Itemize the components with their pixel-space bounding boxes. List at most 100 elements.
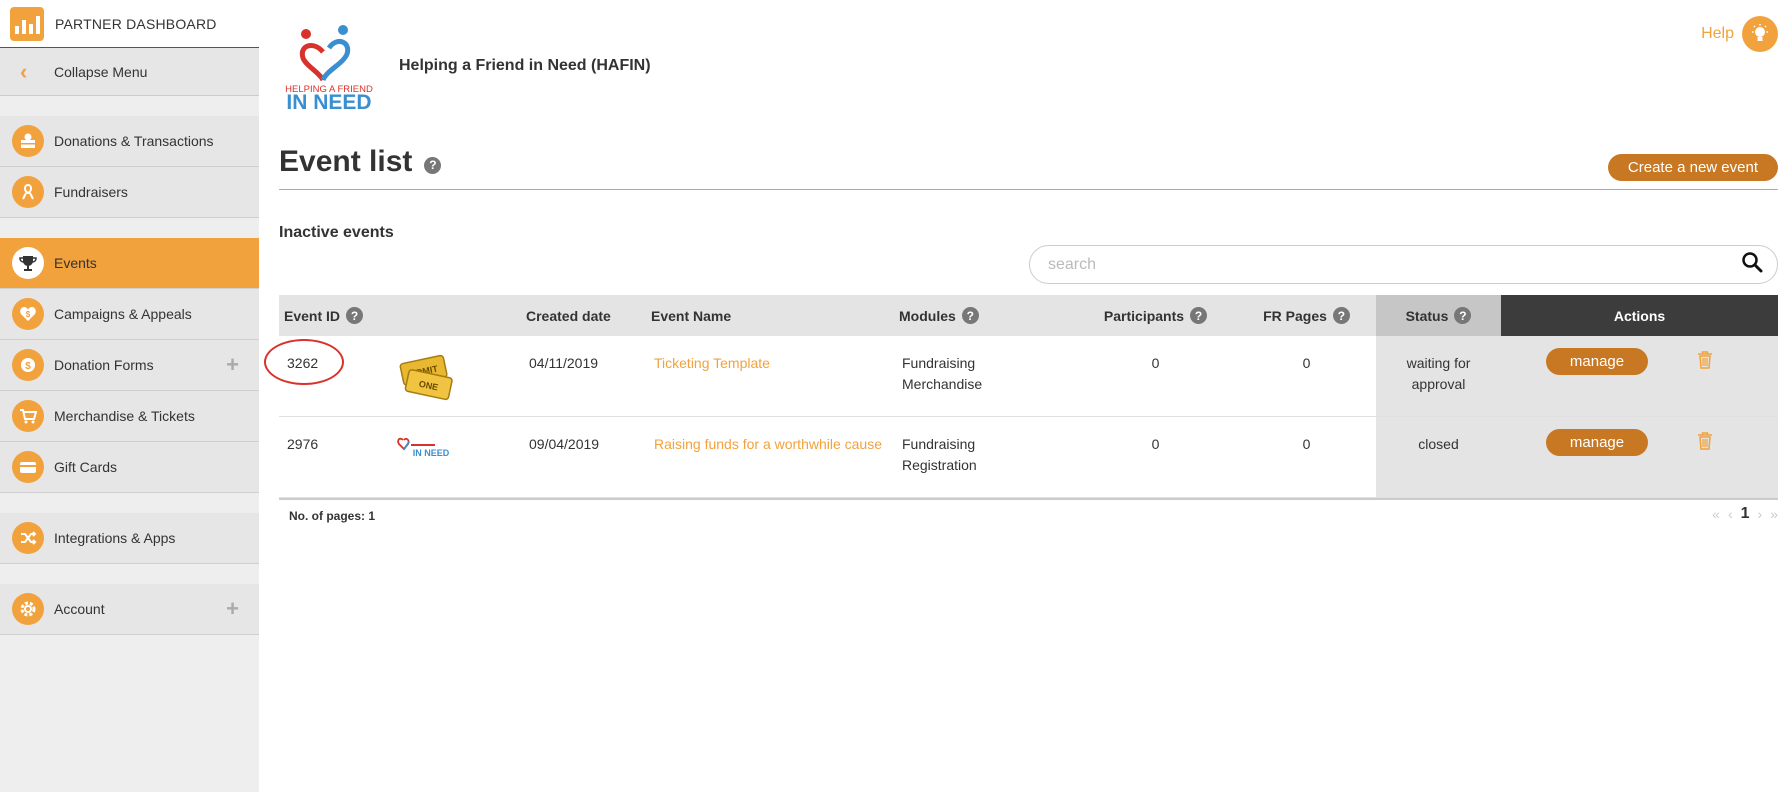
collapse-menu-button[interactable]: ‹ Collapse Menu <box>0 48 259 96</box>
col-image <box>389 295 521 336</box>
page-title-text: Event list <box>279 145 413 178</box>
header-label: Actions <box>1613 307 1666 324</box>
red-circle-annotation <box>264 339 344 385</box>
trash-icon[interactable] <box>1697 431 1713 456</box>
table-header: Event ID? Created date Event Name Module… <box>279 295 1778 336</box>
header-label: FR Pages <box>1263 307 1327 324</box>
expand-plus-icon[interactable]: + <box>226 596 239 622</box>
sidebar-item-label: Gift Cards <box>54 459 118 475</box>
header-label: Event ID <box>284 307 341 324</box>
event-name-link[interactable]: Ticketing Template <box>654 355 770 371</box>
sidebar-item-fundraisers[interactable]: Fundraisers <box>0 167 259 218</box>
expand-plus-icon[interactable]: + <box>226 352 239 378</box>
status-text: approval <box>1411 376 1466 392</box>
svg-text:$: $ <box>25 361 31 372</box>
search-box <box>1029 245 1778 284</box>
search-input[interactable] <box>1048 255 1741 274</box>
manage-button[interactable]: manage <box>1546 429 1648 456</box>
lightbulb-icon <box>1742 16 1778 52</box>
sidebar-item-donation-forms[interactable]: $ Donation Forms + <box>0 340 259 391</box>
partner-dashboard-link[interactable]: PARTNER DASHBOARD <box>0 0 259 48</box>
svg-text:$: $ <box>26 310 31 319</box>
col-status[interactable]: Status? <box>1376 295 1501 336</box>
event-image[interactable]: IN NEED <box>389 417 521 497</box>
table-bottom-rule <box>279 498 1778 500</box>
sidebar-item-integrations[interactable]: Integrations & Apps <box>0 513 259 564</box>
search-icon[interactable] <box>1741 251 1763 278</box>
sidebar-item-gift-cards[interactable]: Gift Cards <box>0 442 259 493</box>
question-icon[interactable]: ? <box>346 307 364 324</box>
col-participants[interactable]: Participants? <box>1074 295 1237 336</box>
event-name-link[interactable]: Raising funds for a worthwhile cause <box>654 436 882 452</box>
trash-icon[interactable] <box>1697 350 1713 375</box>
collapse-menu-label: Collapse Menu <box>54 63 148 80</box>
shuffle-icon <box>12 522 44 554</box>
create-new-event-button[interactable]: Create a new event <box>1607 154 1778 181</box>
pagination: « ‹ 1 › » <box>1712 505 1778 523</box>
sidebar-item-merchandise[interactable]: Merchandise & Tickets <box>0 391 259 442</box>
header-label: Created date <box>526 307 611 324</box>
modules-cell: Fundraising Merchandise <box>894 336 1074 416</box>
header-label: Event Name <box>651 307 732 324</box>
participants-count: 0 <box>1151 355 1160 371</box>
donation-box-icon <box>12 125 44 157</box>
question-icon[interactable]: ? <box>961 307 979 324</box>
sidebar-item-events[interactable]: Events <box>0 238 259 289</box>
help-button[interactable]: Help <box>1701 16 1778 52</box>
actions-cell: manage <box>1501 336 1778 416</box>
org-logo-text-bottom: IN NEED <box>286 91 371 112</box>
modules-cell: Fundraising Registration <box>894 417 1074 497</box>
header-label: Status <box>1405 307 1449 324</box>
sidebar-item-label: Merchandise & Tickets <box>54 408 195 424</box>
col-actions: Actions <box>1501 295 1778 336</box>
sidebar-item-label: Donations & Transactions <box>54 133 214 149</box>
module-label: Fundraising <box>902 355 976 371</box>
event-image[interactable]: ADMIT ONE <box>389 336 521 416</box>
heart-dollar-icon: $ <box>12 298 44 330</box>
sidebar-item-donations[interactable]: Donations & Transactions <box>0 116 259 167</box>
status-text: waiting for <box>1406 355 1471 371</box>
module-label: Merchandise <box>902 376 983 392</box>
question-icon[interactable]: ? <box>1190 307 1208 324</box>
sidebar-item-account[interactable]: Account + <box>0 584 259 635</box>
current-page[interactable]: 1 <box>1741 505 1750 523</box>
table-row: 3262 ADMIT ONE 04/11/2019 Ticketing Temp… <box>264 336 1778 417</box>
prev-page-icon[interactable]: ‹ <box>1728 506 1733 522</box>
event-id-cell: 2976 <box>279 417 389 497</box>
next-page-icon[interactable]: › <box>1758 506 1763 522</box>
gear-icon <box>12 593 44 625</box>
col-event-id[interactable]: Event ID? <box>279 295 389 336</box>
sidebar-item-label: Donation Forms <box>54 357 154 373</box>
question-icon[interactable]: ? <box>424 156 442 174</box>
col-fr-pages[interactable]: FR Pages? <box>1237 295 1376 336</box>
col-created-date[interactable]: Created date <box>521 295 646 336</box>
question-icon[interactable]: ? <box>1332 307 1350 324</box>
event-id-cell: 3262 <box>264 336 389 416</box>
created-date: 04/11/2019 <box>529 355 599 371</box>
manage-button[interactable]: manage <box>1546 348 1648 375</box>
cart-icon <box>12 400 44 432</box>
status-cell: waiting for approval <box>1376 336 1501 416</box>
table-row: 2976 IN NEED 09/04/2019 Raising funds fo… <box>279 417 1778 498</box>
card-icon <box>12 451 44 483</box>
module-label: Fundraising <box>902 436 976 452</box>
col-modules[interactable]: Modules? <box>894 295 1074 336</box>
module-label: Registration <box>902 457 977 473</box>
status-text: closed <box>1418 436 1459 452</box>
col-event-name[interactable]: Event Name <box>646 295 894 336</box>
status-cell: closed <box>1376 417 1501 497</box>
last-page-icon[interactable]: » <box>1770 506 1778 522</box>
event-name-cell: Raising funds for a worthwhile cause <box>646 417 894 497</box>
question-icon[interactable]: ? <box>1454 307 1472 324</box>
bar-chart-icon <box>10 6 44 41</box>
actions-cell: manage <box>1501 417 1778 497</box>
fr-pages-count: 0 <box>1302 436 1311 452</box>
sidebar-item-label: Account <box>54 601 105 617</box>
sidebar-item-label: Events <box>54 255 97 271</box>
event-id: 2976 <box>287 436 319 452</box>
section-label: Inactive events <box>279 224 394 241</box>
header-label: Participants <box>1103 307 1185 324</box>
first-page-icon[interactable]: « <box>1712 506 1720 522</box>
sidebar-item-campaigns[interactable]: $ Campaigns & Appeals <box>0 289 259 340</box>
fr-pages-count: 0 <box>1302 355 1311 371</box>
